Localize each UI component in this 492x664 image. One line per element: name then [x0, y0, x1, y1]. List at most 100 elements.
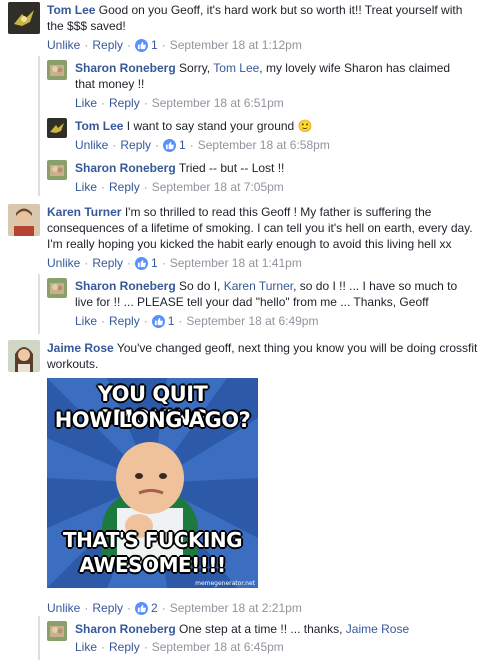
author-name[interactable]: Jaime Rose	[47, 341, 114, 355]
separator: ·	[101, 180, 106, 194]
reply: Sharon Roneberg Tried -- but -- Lost !! …	[47, 160, 487, 195]
author-name[interactable]: Sharon Roneberg	[75, 279, 176, 293]
separator: ·	[161, 601, 166, 615]
separator: ·	[101, 640, 106, 654]
comment: Karen Turner I'm so thrilled to read thi…	[8, 204, 488, 271]
unlike-button[interactable]: Unlike	[47, 37, 80, 53]
thread-line	[38, 274, 40, 334]
avatar[interactable]	[8, 340, 40, 372]
thumbs-up-icon	[135, 38, 149, 52]
smiley-icon: 🙂	[297, 119, 313, 133]
comment-body: Sorry,	[179, 61, 214, 75]
timestamp[interactable]: September 18 at 7:05pm	[152, 179, 284, 195]
reply-button[interactable]: Reply	[92, 37, 123, 53]
separator: ·	[189, 138, 194, 152]
meme-watermark: memegenerator.net	[195, 580, 255, 587]
avatar[interactable]	[8, 2, 40, 34]
comment-actions: Like · Reply · September 18 at 6:45pm	[75, 639, 467, 655]
timestamp[interactable]: September 18 at 6:58pm	[198, 137, 330, 153]
reply-button[interactable]: Reply	[109, 95, 140, 111]
separator: ·	[84, 38, 89, 52]
reply-button[interactable]: Reply	[109, 179, 140, 195]
avatar[interactable]	[47, 621, 67, 641]
like-count[interactable]: 1	[179, 137, 186, 153]
separator: ·	[143, 640, 148, 654]
mention-link[interactable]: Tom Lee	[213, 61, 259, 75]
reply-button[interactable]: Reply	[92, 255, 123, 271]
comment-actions: Unlike · Reply · 1 · September 18 at 1:4…	[47, 255, 485, 271]
comment-text: Tom Lee Good on you Geoff, it's hard wor…	[47, 2, 477, 34]
thumbs-up-icon	[135, 601, 149, 615]
timestamp[interactable]: September 18 at 2:21pm	[170, 600, 302, 616]
separator: ·	[161, 256, 166, 270]
author-name[interactable]: Karen Turner	[47, 205, 121, 219]
unlike-button[interactable]: Unlike	[75, 137, 108, 153]
thumbs-up-icon	[163, 138, 177, 152]
reply: Tom Lee I want to say stand your ground …	[47, 118, 487, 153]
mention-link[interactable]: Karen Turner	[224, 279, 293, 293]
author-name[interactable]: Sharon Roneberg	[75, 161, 176, 175]
timestamp[interactable]: September 18 at 6:45pm	[152, 639, 284, 655]
separator: ·	[127, 256, 132, 270]
comment-text: Sharon Roneberg Tried -- but -- Lost !!	[75, 160, 467, 176]
comment-text: Sharon Roneberg Sorry, Tom Lee, my lovel…	[75, 60, 467, 92]
like-count[interactable]: 1	[168, 313, 175, 329]
unlike-button[interactable]: Unlike	[47, 600, 80, 616]
like-button[interactable]: Like	[75, 313, 97, 329]
meme-caption-bottom: THAT'S FUCKING	[62, 528, 243, 552]
author-name[interactable]: Sharon Roneberg	[75, 622, 176, 636]
comment-actions: Unlike · Reply · 1 · September 18 at 6:5…	[75, 137, 467, 153]
comment-actions: Unlike · Reply · 2 · September 18 at 2:2…	[47, 600, 302, 616]
reply-button[interactable]: Reply	[92, 600, 123, 616]
author-name[interactable]: Tom Lee	[75, 119, 123, 133]
separator: ·	[84, 601, 89, 615]
reply-button[interactable]: Reply	[109, 639, 140, 655]
mention-link[interactable]: Jaime Rose	[346, 622, 409, 636]
like-count[interactable]: 1	[151, 37, 158, 53]
timestamp[interactable]: September 18 at 1:12pm	[170, 37, 302, 53]
like-button[interactable]: Like	[75, 179, 97, 195]
timestamp[interactable]: September 18 at 1:41pm	[170, 255, 302, 271]
separator: ·	[143, 314, 148, 328]
author-name[interactable]: Tom Lee	[47, 3, 95, 17]
avatar[interactable]	[47, 118, 67, 138]
separator: ·	[101, 96, 106, 110]
comment-body: Tried -- but -- Lost !!	[178, 161, 285, 175]
separator: ·	[143, 180, 148, 194]
timestamp[interactable]: September 18 at 6:51pm	[152, 95, 284, 111]
avatar[interactable]	[47, 160, 67, 180]
reply-button[interactable]: Reply	[109, 313, 140, 329]
comment-actions: Unlike · Reply · 1 · September 18 at 1:1…	[47, 37, 477, 53]
avatar[interactable]	[47, 60, 67, 80]
comment-text: Tom Lee I want to say stand your ground …	[75, 118, 467, 134]
like-count[interactable]: 1	[151, 255, 158, 271]
meme-caption-top: HOW LONG AGO?	[54, 408, 251, 432]
comment-text: Sharon Roneberg So do I, Karen Turner, s…	[75, 278, 467, 310]
meme-image[interactable]: YOU QUIT SMOKING HOW LONG AGO? THAT'S FU…	[47, 378, 258, 588]
comment-body: Good on you Geoff, it's hard work but so…	[47, 3, 463, 33]
comment-body: One step at a time !! ... thanks,	[179, 622, 346, 636]
unlike-button[interactable]: Unlike	[47, 255, 80, 271]
like-count[interactable]: 2	[151, 600, 158, 616]
thread-line	[38, 616, 40, 660]
separator: ·	[127, 601, 132, 615]
like-button[interactable]: Like	[75, 95, 97, 111]
avatar[interactable]	[8, 204, 40, 236]
reply: Sharon Roneberg So do I, Karen Turner, s…	[47, 278, 487, 329]
author-name[interactable]: Sharon Roneberg	[75, 61, 176, 75]
comment-text: Jaime Rose You've changed geoff, next th…	[47, 340, 485, 372]
separator: ·	[112, 138, 117, 152]
comment-text: Karen Turner I'm so thrilled to read thi…	[47, 204, 485, 252]
reply: Sharon Roneberg One step at a time !! ..…	[47, 621, 487, 655]
separator: ·	[178, 314, 183, 328]
avatar[interactable]	[47, 278, 67, 298]
timestamp[interactable]: September 18 at 6:49pm	[186, 313, 318, 329]
comment-body: So do I,	[179, 279, 224, 293]
reply-button[interactable]: Reply	[120, 137, 151, 153]
like-button[interactable]: Like	[75, 639, 97, 655]
separator: ·	[161, 38, 166, 52]
separator: ·	[155, 138, 160, 152]
meme-caption-bottom: AWESOME!!!!	[79, 553, 226, 577]
thread-line	[38, 56, 40, 196]
comment-actions: Like · Reply · September 18 at 7:05pm	[75, 179, 467, 195]
